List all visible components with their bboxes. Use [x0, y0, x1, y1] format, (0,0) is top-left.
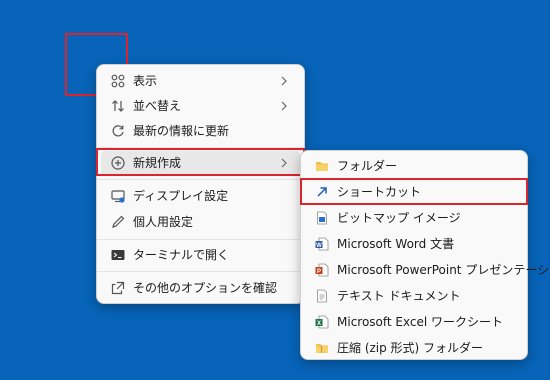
submenu-item-text-document[interactable]: テキスト ドキュメント — [305, 284, 523, 308]
svg-text:X: X — [317, 321, 321, 327]
menu-separator — [97, 239, 304, 240]
new-item-highlight — [96, 148, 305, 176]
menu-item-label: 並べ替え — [133, 99, 182, 113]
svg-text:W: W — [316, 243, 322, 249]
menu-item-sort[interactable]: 並べ替え — [101, 94, 300, 118]
text-document-icon — [317, 289, 327, 303]
submenu-item-word[interactable]: W Microsoft Word 文書 — [305, 232, 523, 256]
submenu-item-label: フォルダー — [337, 159, 398, 173]
display-settings-icon — [111, 190, 125, 203]
menu-item-label: 表示 — [133, 74, 158, 88]
submenu-item-label: 圧縮 (zip 形式) フォルダー — [337, 341, 484, 355]
zip-folder-icon — [316, 344, 328, 353]
submenu-item-excel[interactable]: X Microsoft Excel ワークシート — [305, 310, 523, 334]
chevron-right-icon — [281, 101, 287, 111]
menu-item-label: ディスプレイ設定 — [133, 189, 229, 203]
menu-separator — [97, 271, 304, 272]
menu-item-display-settings[interactable]: ディスプレイ設定 — [101, 184, 300, 208]
view-grid-icon — [111, 74, 125, 88]
menu-item-label: その他のオプションを確認 — [133, 281, 278, 295]
submenu-item-label: Microsoft PowerPoint プレゼンテーション — [337, 263, 550, 277]
svg-text:P: P — [317, 269, 321, 275]
bitmap-icon — [317, 211, 327, 225]
pen-icon — [112, 215, 125, 228]
menu-item-label: 個人用設定 — [133, 215, 194, 229]
menu-item-view[interactable]: 表示 — [101, 69, 300, 93]
desktop-context-menu: 表示 並べ替え 最新の情報に更新 新規作成 ディスプレイ設定 個人用設定 ターミ… — [96, 64, 305, 304]
folder-icon — [316, 162, 328, 171]
submenu-item-label: ビットマップ イメージ — [337, 211, 461, 225]
submenu-item-powerpoint[interactable]: P Microsoft PowerPoint プレゼンテーション — [305, 258, 550, 282]
menu-item-label: ターミナルで開く — [133, 248, 230, 262]
submenu-item-label: Microsoft Excel ワークシート — [337, 315, 504, 329]
menu-item-label: 最新の情報に更新 — [133, 124, 230, 138]
word-icon: W — [315, 237, 329, 251]
excel-icon: X — [315, 315, 329, 329]
submenu-item-folder[interactable]: フォルダー — [305, 154, 523, 178]
sort-icon — [112, 100, 124, 112]
submenu-item-label: Microsoft Word 文書 — [337, 237, 455, 251]
show-more-icon — [111, 281, 125, 295]
refresh-icon — [112, 125, 124, 137]
menu-item-refresh[interactable]: 最新の情報に更新 — [101, 119, 300, 143]
menu-item-personalize[interactable]: 個人用設定 — [101, 210, 300, 234]
shortcut-item-highlight — [300, 178, 528, 205]
submenu-item-zip-folder[interactable]: 圧縮 (zip 形式) フォルダー — [305, 336, 523, 360]
menu-separator — [97, 179, 304, 180]
powerpoint-icon: P — [315, 263, 329, 277]
chevron-right-icon — [281, 76, 287, 86]
submenu-item-bitmap[interactable]: ビットマップ イメージ — [305, 206, 523, 230]
submenu-item-label: テキスト ドキュメント — [337, 289, 461, 303]
terminal-icon — [111, 250, 125, 260]
menu-item-show-more-options[interactable]: その他のオプションを確認 — [101, 276, 300, 300]
menu-item-open-terminal[interactable]: ターミナルで開く — [101, 243, 300, 267]
